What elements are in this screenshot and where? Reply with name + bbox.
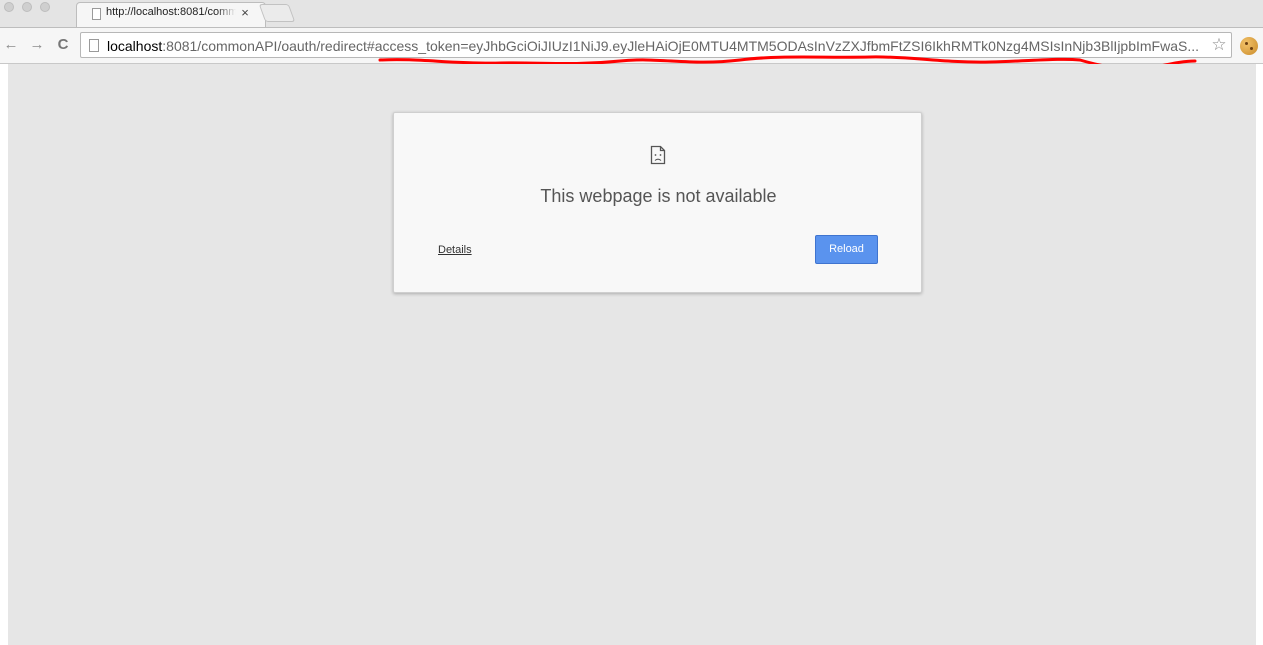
reload-button[interactable]: Reload — [815, 235, 878, 264]
forward-arrow-icon[interactable]: → — [28, 35, 46, 55]
page-icon — [89, 39, 99, 52]
error-card: This webpage is not available Details Re… — [393, 112, 922, 293]
url-host: localhost — [107, 38, 163, 54]
reload-icon[interactable]: C — [54, 35, 72, 55]
tab-close-icon[interactable]: × — [238, 5, 252, 21]
new-tab-button[interactable] — [258, 4, 296, 22]
url-text[interactable]: localhost:8081/commonAPI/oauth/redirect#… — [107, 37, 1203, 55]
tab-strip: http://localhost:8081/comm × — [0, 0, 1263, 28]
url-path: :8081/commonAPI/oauth/redirect#access_to… — [162, 38, 1200, 54]
page-icon — [92, 8, 101, 20]
address-bar[interactable]: localhost:8081/commonAPI/oauth/redirect#… — [80, 32, 1232, 58]
window-close-button[interactable] — [4, 2, 14, 12]
toolbar: ← → C localhost:8081/commonAPI/oauth/red… — [0, 28, 1263, 64]
window-minimize-button[interactable] — [22, 2, 32, 12]
error-title: This webpage is not available — [540, 186, 777, 206]
back-arrow-icon[interactable]: ← — [2, 35, 20, 55]
browser-chrome: http://localhost:8081/comm × ← → C local… — [0, 0, 1263, 64]
details-link[interactable]: Details — [438, 242, 498, 258]
sad-page-icon — [650, 145, 666, 165]
page-content: This webpage is not available Details Re… — [8, 64, 1256, 645]
cookie-extension-icon[interactable] — [1240, 37, 1258, 55]
tab-title: http://localhost:8081/comm — [106, 6, 236, 18]
window-zoom-button[interactable] — [40, 2, 50, 12]
star-icon[interactable]: ☆ — [1209, 35, 1229, 55]
